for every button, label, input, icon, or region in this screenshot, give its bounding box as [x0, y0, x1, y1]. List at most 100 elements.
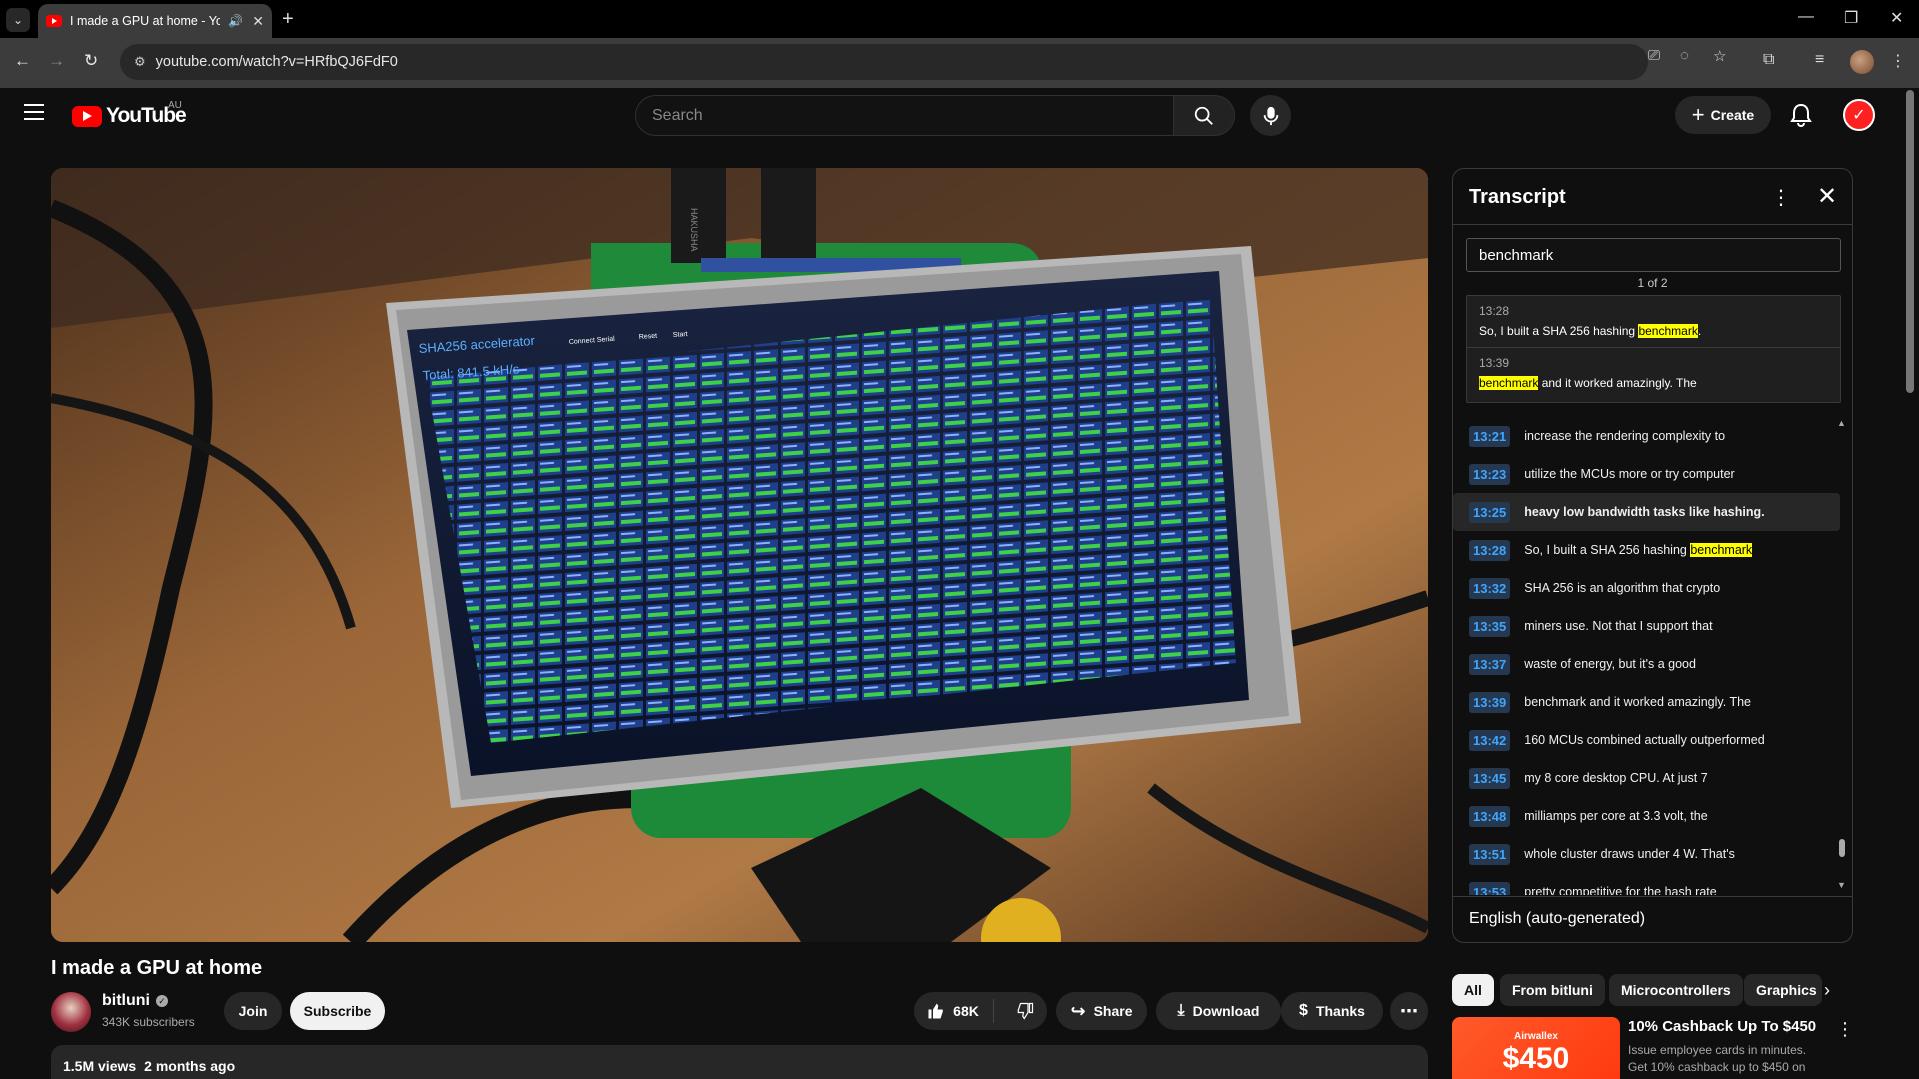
segment-timestamp[interactable]: 13:23: [1469, 463, 1511, 485]
transcript-segment[interactable]: 13:37 waste of energy, but it's a good: [1453, 645, 1840, 683]
site-info-icon[interactable]: ⚙: [134, 54, 146, 70]
close-icon[interactable]: ✕: [1817, 182, 1837, 211]
video-frame: SHA256 accelerator Total: 841.5 kH/s Con…: [51, 168, 1428, 942]
notifications-button[interactable]: [1790, 103, 1812, 132]
transcript-segment[interactable]: 13:21 increase the rendering complexity t…: [1453, 417, 1840, 455]
voice-search-button[interactable]: [1250, 95, 1291, 136]
transcript-segment[interactable]: 13:42 160 MCUs combined actually outperfo…: [1453, 721, 1840, 759]
segment-timestamp[interactable]: 13:48: [1469, 805, 1511, 827]
transcript-segment-list[interactable]: 13:21 increase the rendering complexity t…: [1453, 417, 1840, 895]
download-button[interactable]: ⤓ Download: [1156, 992, 1281, 1030]
thanks-button[interactable]: $ Thanks: [1281, 992, 1383, 1030]
search-result[interactable]: 13:39 benchmark and it worked amazingly. …: [1467, 348, 1840, 400]
screen-button-reset: Reset: [639, 333, 658, 341]
channel-avatar[interactable]: [51, 992, 91, 1032]
extensions-icon[interactable]: ⧉: [1763, 51, 1774, 69]
address-bar[interactable]: ⚙ youtube.com/watch?v=HRfbQJ6FdF0: [120, 44, 1648, 80]
channel-name-text[interactable]: bitluni: [102, 992, 150, 1010]
video-player[interactable]: SHA256 accelerator Total: 841.5 kH/s Con…: [51, 168, 1428, 942]
ad-thumbnail[interactable]: Airwallex $450: [1452, 1017, 1620, 1079]
url-text[interactable]: youtube.com/watch?v=HRfbQJ6FdF0: [156, 54, 398, 70]
transcript-segment[interactable]: 13:45 my 8 core desktop CPU. At just 7: [1453, 759, 1840, 797]
transcript-title: Transcript: [1469, 186, 1566, 208]
transcript-segment[interactable]: 13:32 SHA 256 is an algorithm that crypto: [1453, 569, 1840, 607]
ad-more-icon[interactable]: ⋮: [1836, 1019, 1854, 1040]
like-button[interactable]: 68K: [913, 999, 994, 1023]
segment-text-main: whole cluster draws under 4 W. That's: [1524, 847, 1735, 861]
more-actions-icon[interactable]: ⋯: [1390, 992, 1428, 1030]
transcript-segment[interactable]: 13:53 pretty competitive for the hash rat…: [1453, 873, 1840, 895]
segment-timestamp[interactable]: 13:42: [1469, 729, 1511, 751]
download-icon: ⤓: [1177, 1002, 1185, 1019]
description-box[interactable]: 1.5M views 2 months ago: [51, 1045, 1428, 1079]
segment-timestamp[interactable]: 13:45: [1469, 767, 1511, 789]
segment-timestamp[interactable]: 13:28: [1469, 539, 1511, 561]
transcript-segment[interactable]: 13:51 whole cluster draws under 4 W. That…: [1453, 835, 1840, 873]
filter-chip[interactable]: All: [1452, 974, 1494, 1006]
tab-search-icon[interactable]: ⌄: [6, 8, 30, 32]
segment-text: waste of energy, but it's a good: [1524, 657, 1696, 671]
ad-title[interactable]: 10% Cashback Up To $450: [1628, 1018, 1816, 1035]
search-button[interactable]: [1173, 95, 1235, 136]
filter-chip[interactable]: Microcontrollers: [1609, 974, 1743, 1006]
transcript-segment[interactable]: 13:28 So, I built a SHA 256 hashing bench…: [1453, 531, 1840, 569]
transcript-search-input[interactable]: [1466, 238, 1841, 272]
segment-timestamp[interactable]: 13:51: [1469, 843, 1511, 865]
forward-icon[interactable]: →: [48, 51, 65, 71]
transcript-segment[interactable]: 13:23 utilize the MCUs more or try comput…: [1453, 455, 1840, 493]
minimize-icon[interactable]: —: [1798, 8, 1814, 26]
verified-icon: ✓: [155, 995, 168, 1007]
reload-icon[interactable]: ↻: [84, 51, 98, 71]
search-result[interactable]: 13:28 So, I built a SHA 256 hashing bench…: [1467, 296, 1840, 348]
transcript-scrollbar[interactable]: [1839, 839, 1845, 857]
segment-timestamp[interactable]: 13:39: [1469, 691, 1511, 713]
channel-name[interactable]: bitluni ✓: [102, 992, 168, 1010]
page-scrollbar[interactable]: [1906, 90, 1914, 393]
segment-timestamp[interactable]: 13:25: [1469, 501, 1511, 523]
new-tab-icon[interactable]: +: [282, 8, 294, 31]
search-box[interactable]: [635, 95, 1173, 136]
segment-text: my 8 core desktop CPU. At just 7: [1524, 771, 1707, 785]
segment-text: benchmark and it worked amazingly. The: [1524, 695, 1751, 709]
share-button[interactable]: ↪ Share: [1056, 992, 1147, 1030]
transcript-segment[interactable]: 13:39 benchmark and it worked amazingly. …: [1453, 683, 1840, 721]
guide-menu-icon[interactable]: [24, 104, 44, 120]
join-button[interactable]: Join: [224, 992, 282, 1030]
segment-timestamp[interactable]: 13:37: [1469, 653, 1511, 675]
media-control-icon[interactable]: ≡: [1815, 51, 1824, 69]
profile-avatar[interactable]: [1850, 50, 1874, 74]
create-button[interactable]: + Create: [1675, 96, 1771, 134]
result-match-highlight: benchmark: [1638, 324, 1698, 338]
eye-off-icon[interactable]: ◌: [1680, 47, 1689, 64]
segment-timestamp[interactable]: 13:35: [1469, 615, 1511, 637]
screen-button-start: Start: [673, 331, 688, 339]
filter-chip[interactable]: Graphics: [1744, 974, 1822, 1006]
segment-timestamp[interactable]: 13:21: [1469, 425, 1511, 447]
browser-tab-active[interactable]: I made a GPU at home - YouTube 🔊 ✕: [38, 4, 272, 38]
subscribe-button[interactable]: Subscribe: [290, 992, 385, 1030]
dislike-button[interactable]: [1002, 1002, 1048, 1020]
restore-icon[interactable]: ❐: [1844, 8, 1858, 28]
window-close-icon[interactable]: ✕: [1890, 8, 1903, 28]
transcript-segment[interactable]: 13:35 miners use. Not that I support that: [1453, 607, 1840, 645]
share-icon: ↪: [1070, 1000, 1086, 1021]
segment-timestamp[interactable]: 13:32: [1469, 577, 1511, 599]
bookmark-star-icon[interactable]: ☆: [1713, 47, 1726, 65]
view-count: 1.5M views: [63, 1058, 137, 1074]
account-avatar[interactable]: ✓: [1843, 99, 1875, 131]
chevron-right-icon[interactable]: ›: [1824, 980, 1830, 1001]
search-input[interactable]: [652, 106, 1173, 125]
audio-playing-icon[interactable]: 🔊: [228, 14, 243, 28]
scroll-down-icon[interactable]: ▼: [1837, 880, 1846, 890]
filter-chip[interactable]: From bitluni: [1500, 974, 1605, 1006]
segment-timestamp[interactable]: 13:53: [1469, 881, 1511, 895]
tab-close-icon[interactable]: ✕: [252, 13, 264, 30]
install-app-icon[interactable]: ⎚: [1648, 47, 1660, 64]
more-vertical-icon[interactable]: ⋮: [1771, 185, 1791, 210]
segment-match-highlight: benchmark: [1690, 543, 1753, 557]
back-icon[interactable]: ←: [14, 51, 31, 71]
transcript-language[interactable]: English (auto-generated): [1453, 896, 1852, 942]
transcript-segment[interactable]: 13:48 milliamps per core at 3.3 volt, the: [1453, 797, 1840, 835]
browser-menu-icon[interactable]: ⋮: [1890, 51, 1906, 71]
transcript-segment[interactable]: 13:25 heavy low bandwidth tasks like hash…: [1453, 493, 1840, 531]
